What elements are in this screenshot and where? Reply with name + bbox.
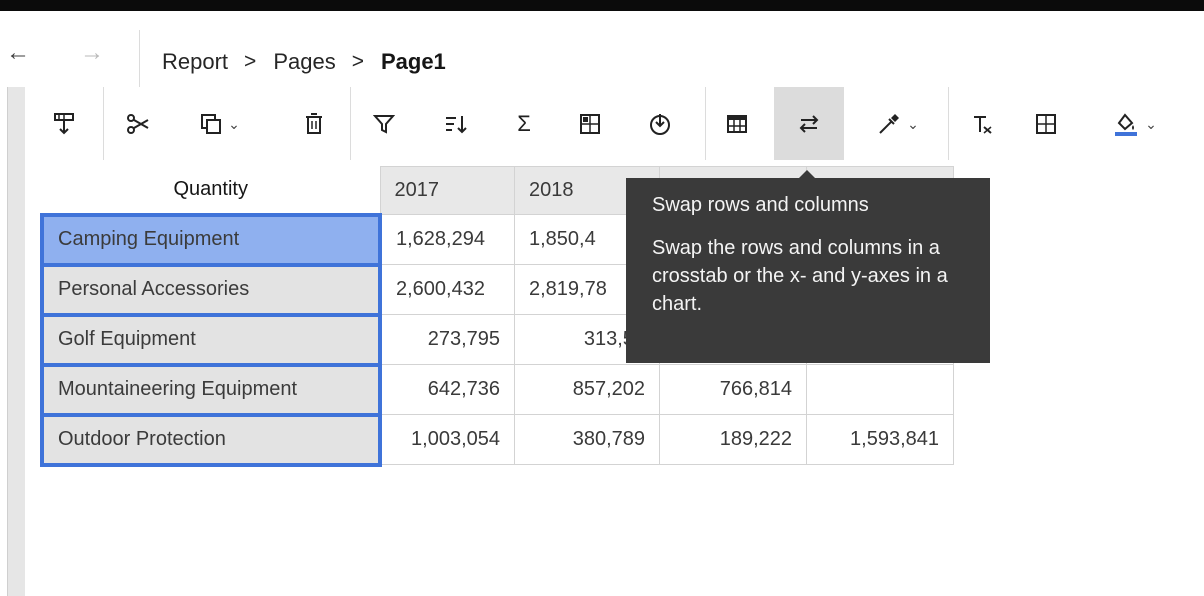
copy-menu-chevron-icon[interactable]: ⌄: [228, 116, 240, 133]
group-icon[interactable]: [573, 109, 607, 139]
navigation-bar: ← → Report > Pages > Page1: [0, 11, 1204, 90]
crosstab-cell[interactable]: 642,736: [379, 364, 515, 415]
forward-arrow-icon[interactable]: →: [80, 41, 104, 65]
borders-icon[interactable]: [1029, 109, 1063, 139]
crosstab-cell[interactable]: 273,795: [379, 314, 515, 365]
nav-divider: [139, 30, 140, 90]
crosstab-cell[interactable]: 1,003,054: [379, 414, 515, 465]
crosstab-row: Mountaineering Equipment 642,736 857,202…: [40, 362, 954, 417]
column-header[interactable]: 2017: [379, 166, 515, 215]
crosstab-cell[interactable]: 1,593,841: [806, 414, 954, 465]
swap-rows-columns-icon: [799, 114, 818, 133]
crosstab-cell[interactable]: 380,789: [514, 414, 660, 465]
crosstab-cell[interactable]: 2,600,432: [379, 264, 515, 315]
breadcrumb: Report > Pages > Page1: [162, 49, 446, 75]
breadcrumb-page1: Page1: [380, 49, 446, 74]
swap-rows-columns-tooltip: Swap rows and columns Swap the rows and …: [626, 178, 990, 363]
crosstab-row: Outdoor Protection 1,003,054 380,789 189…: [40, 412, 954, 467]
row-header-mountaineering-equipment[interactable]: Mountaineering Equipment: [40, 362, 382, 417]
filter-icon[interactable]: [367, 109, 401, 139]
toolbar-divider: [948, 87, 949, 160]
row-header-outdoor-protection[interactable]: Outdoor Protection: [40, 412, 382, 467]
crosstab-cell[interactable]: 1,628,294: [379, 214, 515, 265]
row-header-golf-equipment[interactable]: Golf Equipment: [40, 312, 382, 367]
breadcrumb-separator: >: [244, 50, 257, 73]
fill-color-menu-chevron-icon[interactable]: ⌄: [1145, 116, 1157, 133]
crosstab-icon[interactable]: [720, 109, 754, 139]
toolbar-divider: [705, 87, 706, 160]
format-painter-icon[interactable]: [47, 109, 81, 139]
eyedropper-menu-chevron-icon[interactable]: ⌄: [907, 116, 919, 133]
delete-icon[interactable]: [297, 109, 331, 139]
crosstab-cell[interactable]: [806, 364, 954, 415]
copy-icon[interactable]: ⌄: [190, 109, 250, 139]
crosstab-cell[interactable]: 189,222: [659, 414, 807, 465]
eyedropper-icon[interactable]: ⌄: [863, 109, 933, 139]
drill-icon[interactable]: [643, 109, 677, 139]
breadcrumb-pages[interactable]: Pages: [273, 49, 335, 75]
crosstab-cell[interactable]: 766,814: [659, 364, 807, 415]
toolbar-divider: [103, 87, 104, 160]
breadcrumb-report[interactable]: Report: [162, 49, 228, 75]
tooltip-body: Swap the rows and columns in a crosstab …: [652, 237, 948, 315]
clear-format-icon[interactable]: [965, 109, 999, 139]
row-header-personal-accessories[interactable]: Personal Accessories: [40, 262, 382, 317]
toolbar-divider: [843, 87, 844, 160]
row-header-camping-equipment[interactable]: Camping Equipment: [40, 212, 382, 267]
left-panel-gutter: [7, 87, 26, 596]
summarize-icon[interactable]: Σ: [507, 109, 541, 139]
cut-icon[interactable]: [121, 109, 155, 139]
toolbar: ⌄ Σ ⌄ ⌄: [25, 87, 1204, 161]
crosstab-corner-label[interactable]: Quantity: [42, 166, 380, 215]
back-arrow-icon[interactable]: ←: [6, 41, 30, 65]
sort-icon[interactable]: [439, 109, 473, 139]
swap-rows-columns-button[interactable]: [774, 87, 843, 160]
crosstab-cell[interactable]: 857,202: [514, 364, 660, 415]
window-top-bar: [0, 0, 1204, 11]
breadcrumb-separator: >: [351, 50, 364, 73]
tooltip-title: Swap rows and columns: [652, 194, 869, 216]
fill-color-icon[interactable]: ⌄: [1093, 109, 1177, 139]
toolbar-divider: [350, 87, 351, 160]
